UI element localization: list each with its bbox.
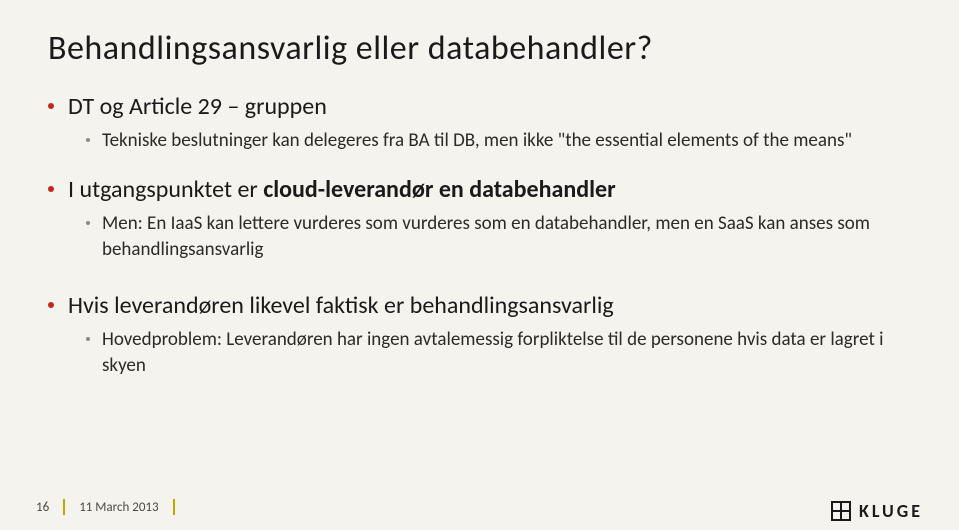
bullet-text: I utgangspunktet er cloud-leverandør en …: [68, 174, 616, 205]
sub-bullet-marker: [86, 221, 90, 225]
sub-bullet-text: Tekniske beslutninger kan delegeres fra …: [102, 128, 852, 154]
bullet-marker: [48, 302, 54, 308]
bullet-item: Hvis leverandøren likevel faktisk er beh…: [48, 290, 911, 378]
bullet-marker: [48, 103, 54, 109]
sub-bullet-item: Tekniske beslutninger kan delegeres fra …: [86, 128, 911, 154]
footer-separator: [63, 499, 65, 515]
page-number: 16: [36, 500, 49, 515]
bullet-text: DT og Article 29 – gruppen: [68, 91, 327, 122]
bullet-item: I utgangspunktet er cloud-leverandør en …: [48, 174, 911, 262]
bullet-text: Hvis leverandøren likevel faktisk er beh…: [68, 290, 614, 321]
sub-bullet-item: Hovedproblem: Leverandøren har ingen avt…: [86, 327, 911, 378]
logo-text: KLUGE: [859, 500, 923, 522]
footer: 16 11 March 2013: [0, 496, 959, 518]
sub-bullet-item: Men: En IaaS kan lettere vurderes som vu…: [86, 211, 911, 262]
bullet-item: DT og Article 29 – gruppen Tekniske besl…: [48, 91, 911, 154]
sub-bullet-text: Hovedproblem: Leverandøren har ingen avt…: [102, 327, 911, 378]
footer-date: 11 March 2013: [79, 500, 158, 515]
sub-bullet-text: Men: En IaaS kan lettere vurderes som vu…: [102, 211, 911, 262]
brand-logo: KLUGE: [831, 500, 923, 522]
sub-bullet-marker: [86, 337, 90, 341]
bullet-marker: [48, 186, 54, 192]
logo-icon: [831, 501, 851, 521]
bullet-text-bold: cloud-leverandør en databehandler: [263, 175, 615, 204]
footer-separator: [173, 499, 175, 515]
bullet-text-prefix: I utgangspunktet er: [68, 175, 263, 204]
bullet-list: DT og Article 29 – gruppen Tekniske besl…: [48, 91, 911, 379]
slide-title: Behandlingsansvarlig eller databehandler…: [48, 28, 911, 69]
sub-bullet-marker: [86, 138, 90, 142]
